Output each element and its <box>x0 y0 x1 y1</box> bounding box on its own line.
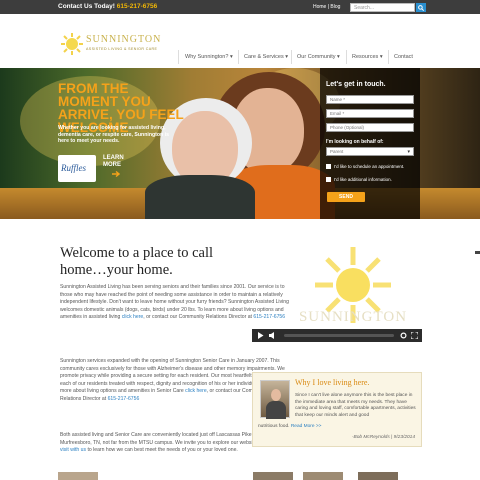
top-bar: Contact Us Today! 615-217-6756 Home | Bl… <box>0 0 480 14</box>
nav-divider <box>238 50 239 64</box>
search-icon <box>418 4 424 11</box>
behalf-label: I'm looking on behalf of: <box>326 139 384 145</box>
phone-field[interactable]: Phone (Optional) <box>326 123 414 132</box>
hero-lead: Whether you are looking for assisted liv… <box>58 125 169 144</box>
arrow-right-icon <box>112 171 120 177</box>
site-logo[interactable]: SUNNINGTON ASSISTED LIVING & SENIOR CARE <box>60 32 170 60</box>
senior-care-link[interactable]: click here <box>185 388 207 394</box>
intro-paragraph: Sunnington Assisted Living has been serv… <box>60 284 290 322</box>
nav-divider <box>388 50 389 64</box>
phone-link[interactable]: 615-217-6756 <box>253 314 285 320</box>
assisted-living-link[interactable]: click here <box>122 314 144 320</box>
blog-link[interactable]: Blog <box>330 4 340 10</box>
chevron-down-icon: ▾ <box>407 149 410 155</box>
resident-body <box>266 401 286 419</box>
video-player[interactable]: SUNNINGTON <box>283 245 423 325</box>
info-checkbox-label: I'd like additional information. <box>334 177 392 182</box>
nav-why-sunnington[interactable]: Why Sunnington? ▾ <box>185 54 233 60</box>
form-title: Let's get in touch. <box>326 81 386 88</box>
testimonial-tail-text: nutritious food. <box>258 424 290 429</box>
intro-text-tail: , or contact our Community Relations Dir… <box>143 314 254 321</box>
sun-logo-icon <box>61 33 83 55</box>
logo-name: SUNNINGTON <box>86 34 162 45</box>
send-button[interactable]: SEND <box>327 192 365 202</box>
top-links: Home | Blog <box>313 4 340 10</box>
nav-contact[interactable]: Contact <box>394 54 413 60</box>
testimonial-tail: nutritious food. Read More >> <box>258 424 378 431</box>
page-title: Welcome to a place to call home…your hom… <box>60 245 214 278</box>
location-text-tail: to learn how we can best meet the needs … <box>86 447 238 454</box>
testimonial-body: Since I can't live alone anymore this is… <box>295 393 416 418</box>
behalf-select-value: Parent <box>330 149 344 154</box>
testimonial-title: Why I love living here. <box>295 378 370 387</box>
ruffles-badge-text: Ruffles <box>61 163 86 173</box>
search-input[interactable]: Search... <box>350 3 415 12</box>
thumbnail-image <box>358 472 398 480</box>
name-field[interactable]: Name * <box>326 95 414 104</box>
nav-our-community[interactable]: Our Community ▾ <box>297 54 340 60</box>
nav-resources[interactable]: Resources ▾ <box>352 54 383 60</box>
volume-icon[interactable] <box>269 332 277 339</box>
info-checkbox-row[interactable]: I'd like additional information. <box>326 177 392 183</box>
thumbnail-image <box>303 472 343 480</box>
nav-care-services[interactable]: Care & Services ▾ <box>244 54 288 60</box>
phone-link[interactable]: 615-217-6756 <box>108 396 140 402</box>
video-controls <box>252 329 422 342</box>
location-text: Both assisted living and Senior Care are… <box>60 432 284 446</box>
learn-more-link[interactable]: LEARN MORE <box>103 155 125 169</box>
visit-link[interactable]: visit with us <box>60 447 86 453</box>
fullscreen-icon[interactable] <box>411 332 418 339</box>
resident-photo <box>260 380 290 419</box>
logo-tagline: ASSISTED LIVING & SENIOR CARE <box>86 47 158 51</box>
testimonial-author: -Bob McReynolds | 9/23/2014 <box>351 435 415 440</box>
home-link[interactable]: Home <box>313 4 326 10</box>
schedule-checkbox[interactable] <box>326 164 331 170</box>
search-button[interactable] <box>416 3 426 12</box>
older-woman-coat <box>145 175 255 219</box>
play-icon[interactable] <box>257 332 264 339</box>
scroll-indicator <box>475 251 480 254</box>
nav-divider <box>346 50 347 64</box>
bottom-image-strip <box>58 472 423 480</box>
schedule-checkbox-label: I'd like to schedule an appointment. <box>334 164 405 169</box>
read-more-link[interactable]: Read More >> <box>291 424 322 429</box>
testimonial-card: Why I love living here. Since I can't li… <box>252 372 422 447</box>
contact-banner: Contact Us Today! 615-217-6756 <box>58 3 157 10</box>
behalf-select[interactable]: Parent ▾ <box>326 147 414 156</box>
ruffles-badge[interactable]: Ruffles <box>58 155 96 182</box>
video-progress-bar[interactable] <box>284 334 394 337</box>
contact-phone-link[interactable]: 615-217-6756 <box>117 3 157 10</box>
schedule-checkbox-row[interactable]: I'd like to schedule an appointment. <box>326 164 405 170</box>
thumbnail-image <box>58 472 98 480</box>
video-logo-text: SUNNINGTON <box>298 309 408 325</box>
resident-face <box>271 389 281 401</box>
nav-divider <box>178 50 179 64</box>
settings-icon[interactable] <box>400 332 407 339</box>
nav-divider <box>291 50 292 64</box>
email-field[interactable]: Email * <box>326 109 414 118</box>
contact-label: Contact Us Today! <box>58 3 115 10</box>
site-header: SUNNINGTON ASSISTED LIVING & SENIOR CARE… <box>0 14 480 70</box>
info-checkbox[interactable] <box>326 177 331 183</box>
thumbnail-image <box>253 472 293 480</box>
